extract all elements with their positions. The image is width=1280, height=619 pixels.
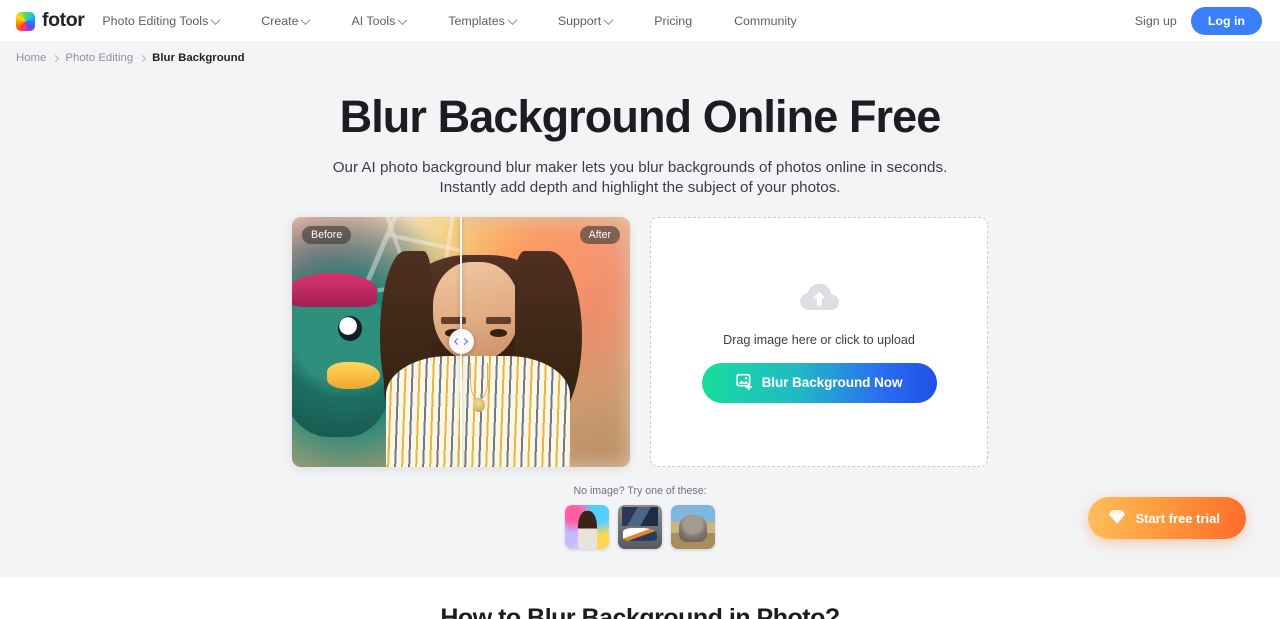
page-root: fotor Photo Editing Tools Create AI Tool… xyxy=(0,0,1280,619)
nav-label: Photo Editing Tools xyxy=(102,14,209,28)
sample-images-label: No image? Try one of these: xyxy=(573,484,707,497)
main-navbar: fotor Photo Editing Tools Create AI Tool… xyxy=(0,0,1280,43)
brand-name: fotor xyxy=(42,9,85,32)
nav-item-photo-editing-tools[interactable]: Photo Editing Tools xyxy=(102,8,221,34)
start-free-trial-button[interactable]: Start free trial xyxy=(1088,497,1246,539)
breadcrumb: Home Photo Editing Blur Background xyxy=(0,43,1280,64)
chevron-down-icon xyxy=(507,14,518,25)
after-photo xyxy=(461,216,630,467)
nav-label: Templates xyxy=(448,14,505,28)
before-after-comparison[interactable]: Before After xyxy=(292,216,630,467)
nav-label: Community xyxy=(734,14,797,28)
comparison-slider-handle[interactable] xyxy=(448,329,474,355)
cloud-upload-icon xyxy=(797,281,841,318)
blur-background-now-button[interactable]: Blur Background Now xyxy=(701,362,937,403)
hero-section: Home Photo Editing Blur Background Blur … xyxy=(0,43,1280,577)
before-photo xyxy=(292,216,461,467)
diamond-icon xyxy=(1108,509,1126,528)
chevron-down-icon xyxy=(397,14,408,25)
hero-panels: Before After Drag image here or click to… xyxy=(0,216,1280,467)
log-in-button[interactable]: Log in xyxy=(1190,7,1262,35)
how-to-title: How to Blur Background in Photo? xyxy=(440,604,840,619)
page-title: Blur Background Online Free xyxy=(339,91,942,142)
sign-up-link[interactable]: Sign up xyxy=(1135,14,1177,28)
page-subtitle: Our AI photo background blur maker lets … xyxy=(332,159,948,197)
nav-links: Photo Editing Tools Create AI Tools Temp… xyxy=(102,8,838,34)
nav-label: Create xyxy=(261,14,299,28)
how-to-section: How to Blur Background in Photo? xyxy=(0,577,1280,619)
nav-item-pricing[interactable]: Pricing xyxy=(654,8,692,34)
nav-item-ai-tools[interactable]: AI Tools xyxy=(351,8,408,34)
nav-item-create[interactable]: Create xyxy=(261,8,311,34)
chevron-down-icon xyxy=(603,14,614,25)
duck-statue xyxy=(292,272,394,437)
nav-item-templates[interactable]: Templates xyxy=(448,8,518,34)
portrait-subject-sharp xyxy=(461,237,582,467)
breadcrumb-item-current: Blur Background xyxy=(152,52,245,64)
trial-button-label: Start free trial xyxy=(1135,510,1220,526)
blur-button-label: Blur Background Now xyxy=(761,375,903,391)
sample-image-sneaker[interactable] xyxy=(618,504,662,549)
nav-account-actions: Sign up Log in xyxy=(1135,7,1262,35)
nav-label: Support xyxy=(557,14,602,28)
portrait-subject xyxy=(379,237,461,467)
add-image-icon xyxy=(735,373,753,393)
nav-label: Pricing xyxy=(654,14,693,28)
breadcrumb-item-home[interactable]: Home xyxy=(16,52,46,64)
after-image-half xyxy=(461,216,630,467)
nav-label: AI Tools xyxy=(351,14,396,28)
chevron-down-icon xyxy=(210,14,221,25)
fotor-logo[interactable]: fotor xyxy=(16,9,85,32)
chevron-right-icon xyxy=(460,338,469,346)
chevron-right-icon xyxy=(52,54,60,62)
before-image-half xyxy=(292,216,461,467)
fotor-logo-icon xyxy=(16,11,35,31)
chevron-left-icon xyxy=(453,338,462,346)
sample-image-woman-graffiti[interactable] xyxy=(565,504,609,549)
before-label: Before xyxy=(302,225,352,244)
nav-item-community[interactable]: Community xyxy=(734,8,797,34)
upload-hint-text: Drag image here or click to upload xyxy=(723,332,915,347)
sample-image-elephant[interactable] xyxy=(671,504,715,549)
nav-item-support[interactable]: Support xyxy=(557,8,614,34)
upload-dropzone[interactable]: Drag image here or click to upload Blur … xyxy=(650,216,988,467)
chevron-down-icon xyxy=(301,14,311,25)
chevron-right-icon xyxy=(139,54,147,62)
breadcrumb-item-photo-editing[interactable]: Photo Editing xyxy=(65,52,133,64)
after-label: After xyxy=(579,225,620,244)
